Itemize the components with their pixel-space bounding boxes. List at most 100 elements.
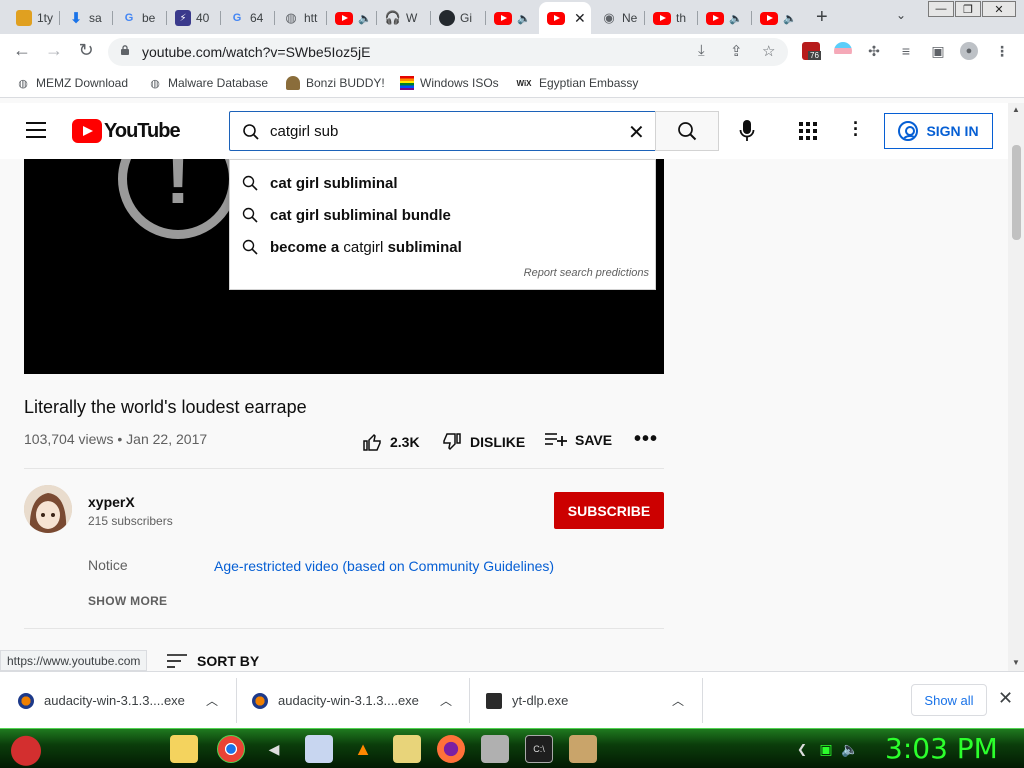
search-box[interactable]: ✕ (229, 111, 656, 151)
channel-avatar[interactable] (24, 485, 72, 533)
like-button[interactable]: 2.3K (362, 432, 420, 452)
settings-kebab-icon[interactable]: · · · (846, 114, 866, 144)
show-more-button[interactable]: SHOW MORE (88, 594, 167, 608)
tab-search-chevron-icon[interactable]: ⌄ (896, 8, 906, 22)
firefox-icon[interactable] (437, 735, 465, 763)
channel-name[interactable]: xyperX (88, 494, 135, 510)
puzzle-icon[interactable]: ✣ (865, 42, 883, 60)
close-window-button[interactable]: ✕ (982, 1, 1016, 17)
tab-6[interactable]: ◍ htt (275, 4, 327, 32)
paint-icon[interactable] (393, 735, 421, 763)
scroll-thumb[interactable] (1012, 145, 1021, 240)
close-icon[interactable]: ✕ (998, 688, 1013, 709)
volume-icon[interactable]: 🔈 (836, 735, 864, 763)
show-all-downloads-button[interactable]: Show all (911, 684, 987, 716)
tab-12[interactable]: ◉ Ne (593, 4, 645, 32)
tab-label: th (676, 11, 687, 25)
tab-7[interactable]: 🔈 (327, 4, 377, 32)
scroll-up-arrow-icon[interactable]: ▲ (1012, 105, 1020, 114)
terminal-icon[interactable]: C:\ (525, 735, 553, 763)
volume-app-icon[interactable]: ◀ (260, 735, 288, 763)
tab-8[interactable]: 🎧 W (377, 4, 431, 32)
bookmark-memz[interactable]: ◍ MEMZ Download (16, 76, 128, 90)
share-icon[interactable]: ⇪ (730, 42, 743, 60)
start-button[interactable] (8, 731, 44, 767)
omnibox[interactable]: youtube.com/watch?v=SWbe5Ioz5jE ⤓ ⇪ ☆ (108, 38, 788, 66)
sort-by-button[interactable]: SORT BY (167, 653, 259, 669)
report-predictions-link[interactable]: Report search predictions (524, 267, 649, 279)
tab-9[interactable]: Gi (431, 4, 486, 32)
suggestion-item[interactable]: cat girl subliminal (242, 171, 398, 195)
tab-label: W (406, 11, 418, 25)
save-button[interactable]: SAVE (545, 432, 612, 448)
subscribe-button[interactable]: SUBSCRIBE (554, 492, 664, 529)
chevron-up-icon[interactable]: ︿ (206, 692, 218, 709)
maximize-button[interactable]: ❐ (955, 1, 981, 17)
bookmark-egyptian-embassy[interactable]: WiX Egyptian Embassy (515, 76, 638, 90)
ublock-icon[interactable]: 76 (802, 42, 821, 60)
tab-4[interactable]: ⚡ 40 (167, 4, 221, 32)
download-item[interactable]: audacity-win-3.1.3....exe ︿ (252, 672, 462, 729)
tab-2[interactable]: ⬇ sa (60, 4, 113, 32)
file-explorer-icon[interactable] (170, 735, 198, 763)
apps-grid-icon[interactable] (799, 122, 817, 140)
speaker-icon[interactable]: 🔈 (358, 12, 372, 25)
bookmark-bonzi[interactable]: Bonzi BUDDY! (286, 76, 385, 90)
side-panel-icon[interactable]: ▣ (929, 42, 947, 60)
vlc-icon[interactable]: ▲ (349, 735, 377, 763)
chrome-icon[interactable] (217, 735, 245, 763)
more-actions-button[interactable]: ••• (634, 428, 658, 451)
youtube-logo[interactable]: YouTube (72, 119, 181, 143)
reload-button[interactable]: ↻ (74, 40, 98, 61)
download-item[interactable]: audacity-win-3.1.3....exe ︿ (18, 672, 228, 729)
chevron-up-icon[interactable]: ︿ (440, 692, 452, 709)
search-button[interactable] (655, 111, 719, 151)
forward-button[interactable]: → (42, 40, 66, 61)
tab-14[interactable]: 🔈 (698, 4, 752, 32)
clock[interactable]: 3:03 PM (885, 732, 998, 765)
scroll-down-arrow-icon[interactable]: ▼ (1012, 658, 1020, 667)
speaker-icon[interactable]: 🔈 (729, 12, 743, 25)
tab-1[interactable]: 1ty (8, 4, 60, 32)
tab-15[interactable]: 🔈 (752, 4, 806, 32)
close-icon[interactable]: ✕ (574, 10, 586, 27)
tab-5[interactable]: G 64 (221, 4, 275, 32)
suggestion-item[interactable]: cat girl subliminal bundle (242, 203, 451, 227)
tab-13[interactable]: th (645, 4, 698, 32)
hamburger-menu-icon[interactable] (26, 122, 46, 138)
install-app-icon[interactable]: ⤓ (698, 42, 705, 59)
search-icon (242, 239, 258, 255)
speaker-icon[interactable]: 🔈 (517, 12, 531, 25)
bookmark-malware-db[interactable]: ◍ Malware Database (148, 76, 268, 90)
download-item[interactable]: yt-dlp.exe ︿ (486, 672, 696, 729)
media-control-icon[interactable]: ≡ (897, 42, 915, 60)
tab-3[interactable]: G be (113, 4, 167, 32)
flag-extension-icon[interactable] (834, 42, 852, 60)
tab-strip: 1ty ⬇ sa G be ⚡ 40 G 64 ◍ htt 🔈 🎧 W Gi 🔈… (0, 0, 1024, 34)
dislike-button[interactable]: DISLIKE (442, 432, 525, 452)
menu-kebab-icon[interactable]: ⋮ (993, 42, 1011, 60)
tab-10[interactable]: 🔈 (486, 4, 538, 32)
clear-search-icon[interactable]: ✕ (628, 120, 645, 145)
control-panel-icon[interactable] (305, 735, 333, 763)
bookmark-star-icon[interactable]: ☆ (762, 42, 775, 60)
download-filename: yt-dlp.exe (512, 693, 569, 708)
app-icon[interactable] (569, 735, 597, 763)
microphone-icon[interactable] (732, 119, 762, 143)
download-shelf: audacity-win-3.1.3....exe ︿ audacity-win… (0, 671, 1024, 728)
page-scrollbar[interactable]: ▲ ▼ (1008, 103, 1024, 671)
tab-active[interactable]: ✕ (539, 2, 591, 34)
age-restriction-link[interactable]: Age-restricted video (based on Community… (214, 558, 554, 574)
computer-icon[interactable] (481, 735, 509, 763)
sign-in-button[interactable]: SIGN IN (884, 113, 993, 149)
minimize-button[interactable]: — (928, 1, 954, 17)
back-button[interactable]: ← (10, 40, 34, 61)
bookmark-windows-isos[interactable]: Windows ISOs (400, 76, 499, 90)
new-tab-button[interactable]: + (816, 6, 828, 29)
chevron-up-icon[interactable]: ︿ (672, 692, 684, 709)
speaker-icon[interactable]: 🔈 (783, 12, 797, 25)
search-input[interactable] (270, 120, 610, 142)
youtube-icon (547, 11, 565, 25)
profile-avatar[interactable]: ● (960, 42, 978, 60)
suggestion-item[interactable]: become a catgirl subliminal (242, 235, 462, 259)
